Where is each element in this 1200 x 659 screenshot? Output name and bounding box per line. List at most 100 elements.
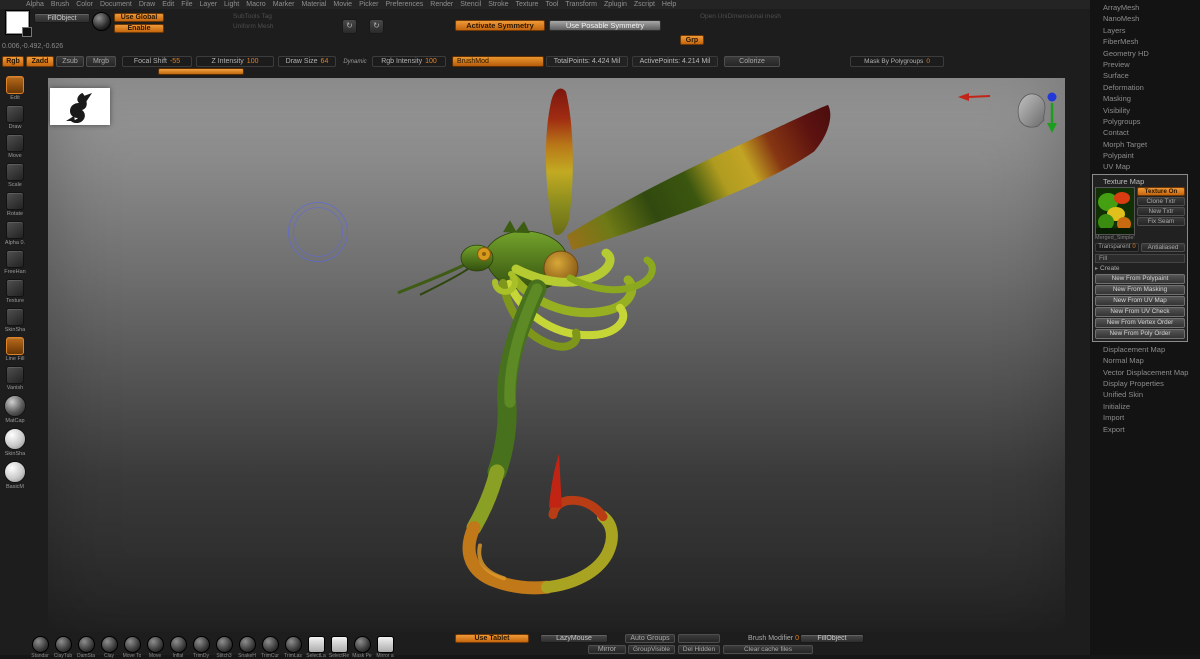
texture-thumbnail[interactable] xyxy=(1095,187,1135,235)
brush-thumbnail[interactable]: SelectLa xyxy=(306,636,326,659)
brush-thumbnail[interactable]: Mask Pe xyxy=(352,636,372,659)
right-menu-item[interactable]: Display Properties xyxy=(1090,378,1200,389)
fill-object-button[interactable]: FillObject xyxy=(34,13,90,23)
zadd-button[interactable]: Zadd xyxy=(26,56,54,67)
right-menu-item[interactable]: Deformation xyxy=(1090,82,1200,93)
brush-thumbnail[interactable]: Clay xyxy=(99,636,119,659)
menu-item[interactable]: Texture xyxy=(515,1,538,8)
menu-item[interactable]: Tool xyxy=(545,1,558,8)
right-menu-item[interactable]: Initialize xyxy=(1090,401,1200,412)
mask-by-polygroups-slider[interactable]: Mask By Polygroups 0 xyxy=(850,56,944,67)
mrgb-button[interactable]: Mrgb xyxy=(86,56,116,67)
brush-thumbnail[interactable]: DamSta xyxy=(76,636,96,659)
right-menu-item[interactable]: Normal Map xyxy=(1090,355,1200,366)
clone-txtr-button[interactable]: Clone Txtr xyxy=(1137,197,1185,206)
z-intensity-slider[interactable]: Z Intensity 100 xyxy=(196,56,274,67)
group-visible-button[interactable]: GroupVisible xyxy=(628,645,675,654)
brush-thumbnail[interactable]: ClayTub xyxy=(53,636,73,659)
texture-create-button[interactable]: New From Vertex Order xyxy=(1095,318,1185,328)
menu-item[interactable]: Transform xyxy=(565,1,597,8)
brush-thumbnail[interactable]: Move xyxy=(145,636,165,659)
menu-item[interactable]: Zscript xyxy=(634,1,655,8)
refresh-icon[interactable]: ↻ xyxy=(342,19,357,34)
texture-on-button[interactable]: Texture On xyxy=(1137,187,1185,196)
left-shelf-item[interactable]: Draw xyxy=(0,105,30,130)
create-section-header[interactable]: ▸ Create xyxy=(1095,264,1185,274)
nav-gizmo[interactable] xyxy=(958,90,1058,135)
grp-button[interactable]: Grp xyxy=(680,35,704,45)
right-menu-item[interactable]: Morph Target xyxy=(1090,139,1200,150)
mirror-button[interactable]: Mirror xyxy=(588,645,626,654)
fill-object-button[interactable]: FillObject xyxy=(800,634,864,643)
zsub-button[interactable]: Zsub xyxy=(56,56,84,67)
left-shelf-item[interactable]: SkinSha xyxy=(0,308,30,333)
right-menu-item[interactable]: Preview xyxy=(1090,59,1200,70)
menu-item[interactable]: Preferences xyxy=(386,1,424,8)
wasp-model[interactable] xyxy=(48,78,1065,632)
menu-item[interactable]: Document xyxy=(100,1,132,8)
brush-thumbnail[interactable]: Standar xyxy=(30,636,50,659)
antialiased-button[interactable]: Antialiased xyxy=(1141,243,1185,252)
texture-create-button[interactable]: New From UV Check xyxy=(1095,307,1185,317)
left-shelf-item[interactable]: Rotate xyxy=(0,192,30,217)
right-menu-item[interactable]: Visibility xyxy=(1090,105,1200,116)
right-menu-item[interactable]: Displacement Map xyxy=(1090,344,1200,355)
brush-thumbnail[interactable]: TrimLas xyxy=(283,636,303,659)
menu-item[interactable]: Render xyxy=(430,1,453,8)
texture-map-title[interactable]: Texture Map xyxy=(1095,177,1185,187)
menu-item[interactable]: Picker xyxy=(359,1,378,8)
menu-item[interactable]: Stencil xyxy=(460,1,481,8)
right-menu-item[interactable]: UV Map xyxy=(1090,161,1200,172)
activate-symmetry-button[interactable]: Activate Symmetry xyxy=(455,20,545,31)
brushmod-slider[interactable]: BrushMod xyxy=(452,56,544,67)
brush-thumbnail[interactable]: TrimCur xyxy=(260,636,280,659)
right-menu-item[interactable]: Masking xyxy=(1090,93,1200,104)
transparent-slider[interactable]: Transparent 0 xyxy=(1095,243,1139,252)
brush-modifier-slider[interactable]: Brush Modifier 0 xyxy=(748,635,799,642)
new-txtr-button[interactable]: New Txtr xyxy=(1137,207,1185,216)
right-menu-item[interactable]: NanoMesh xyxy=(1090,13,1200,24)
fill-button[interactable]: Fill xyxy=(1095,254,1185,263)
menu-item[interactable]: Edit xyxy=(162,1,174,8)
right-menu-item[interactable]: Polygroups xyxy=(1090,116,1200,127)
brush-thumbnail[interactable]: Stitch3 xyxy=(214,636,234,659)
unlabeled-button[interactable] xyxy=(678,634,720,643)
left-shelf-item[interactable]: Edit xyxy=(0,76,30,101)
left-shelf-item[interactable]: Alpha 0. xyxy=(0,221,30,246)
viewport-canvas[interactable] xyxy=(48,78,1065,632)
rgb-button[interactable]: Rgb xyxy=(2,56,24,67)
brush-thumbnail[interactable]: Mirror a xyxy=(375,636,395,659)
left-shelf-item[interactable]: Line Fill xyxy=(0,337,30,362)
texture-create-button[interactable]: New From Poly Order xyxy=(1095,329,1185,339)
right-menu-item[interactable]: Polypaint xyxy=(1090,150,1200,161)
focal-shift-slider[interactable]: Focal Shift -55 xyxy=(122,56,192,67)
menu-item[interactable]: Marker xyxy=(273,1,295,8)
menu-item[interactable]: Material xyxy=(301,1,326,8)
color-picker-sphere-icon[interactable] xyxy=(92,12,111,31)
right-menu-item[interactable]: ArrayMesh xyxy=(1090,2,1200,13)
rgb-intensity-slider[interactable]: Rgb Intensity 100 xyxy=(372,56,446,67)
menu-item[interactable]: Help xyxy=(662,1,676,8)
right-menu-item[interactable]: Geometry HD xyxy=(1090,48,1200,59)
brush-thumbnail[interactable]: TrimDy xyxy=(191,636,211,659)
left-shelf-item[interactable]: Vanish xyxy=(0,366,30,391)
clear-cache-button[interactable]: Clear cache files xyxy=(723,645,813,654)
left-shelf-item[interactable]: BasicM xyxy=(0,461,30,490)
menu-item[interactable]: Light xyxy=(224,1,239,8)
right-menu-item[interactable]: Import xyxy=(1090,412,1200,423)
menu-item[interactable]: Draw xyxy=(139,1,155,8)
menu-item[interactable]: Color xyxy=(76,1,93,8)
colorize-button[interactable]: Colorize xyxy=(724,56,780,67)
menu-item[interactable]: Layer xyxy=(200,1,218,8)
left-shelf-item[interactable]: Move xyxy=(0,134,30,159)
secondary-color-swatch[interactable] xyxy=(22,27,32,37)
dynamic-label[interactable]: Dynamic xyxy=(340,56,370,67)
right-menu-item[interactable]: Unified Skin xyxy=(1090,389,1200,400)
use-global-button[interactable]: Use Global xyxy=(114,13,164,22)
left-shelf-item[interactable]: Texture xyxy=(0,279,30,304)
auto-groups-button[interactable]: Auto Groups xyxy=(625,634,675,643)
enable-button[interactable]: Enable xyxy=(114,24,164,33)
left-shelf-item[interactable]: MatCap xyxy=(0,395,30,424)
draw-size-slider[interactable]: Draw Size 64 xyxy=(278,56,336,67)
right-menu-item[interactable]: Export xyxy=(1090,424,1200,435)
